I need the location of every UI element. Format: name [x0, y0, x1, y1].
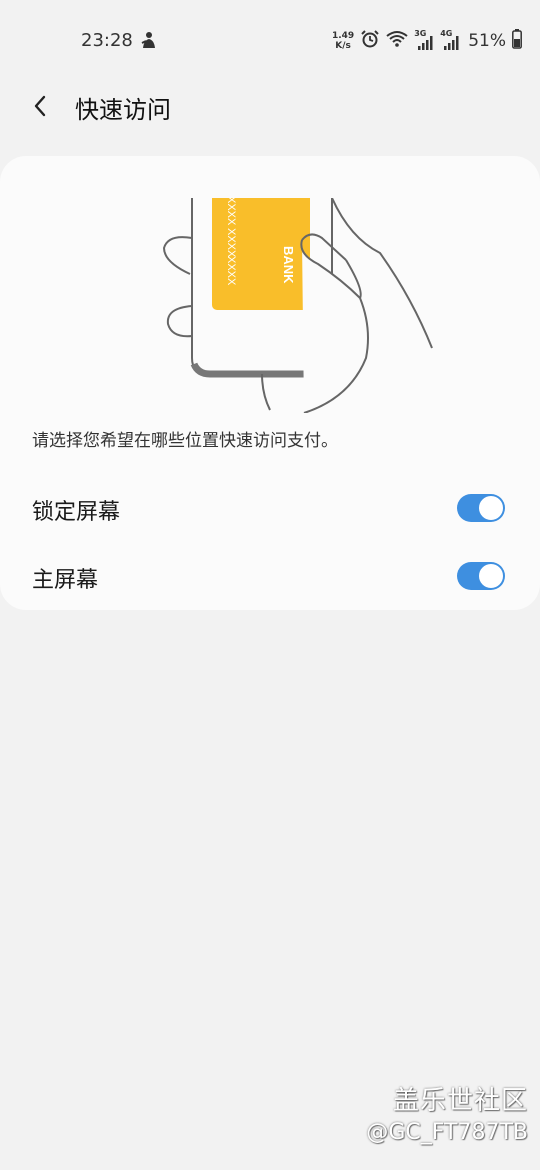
signal-3g-icon: 3G — [414, 29, 434, 51]
watermark-user: @GC_FT787TB — [366, 1120, 528, 1145]
toggle-knob — [478, 563, 504, 589]
status-icons: 1.49 K/s 3G 4G 51% — [332, 28, 522, 54]
card-number-1: XXXX — [225, 228, 237, 258]
net-speed-value: 1.49 — [331, 31, 355, 41]
card-number-3: XXXX — [225, 198, 237, 226]
battery-icon — [512, 29, 522, 53]
status-bar: 23:28 1.49 K/s 3G 4G 51% — [0, 0, 540, 80]
page-title: 快速访问 — [75, 96, 171, 124]
net-speed-unit: K/s — [335, 41, 351, 51]
signal-4g-icon: 4G — [440, 29, 460, 51]
watermark-community: 盖乐世社区 — [392, 1086, 528, 1116]
card-number-2: XXXX — [225, 256, 237, 286]
setting-row-home-screen[interactable]: 主屏幕 — [0, 544, 540, 608]
battery-percent: 51% — [468, 31, 506, 51]
home-screen-toggle[interactable] — [457, 562, 505, 590]
setting-label-lock-screen: 锁定屏幕 — [32, 500, 121, 525]
notification-person-icon — [140, 31, 158, 51]
back-button[interactable] — [22, 88, 58, 124]
alarm-icon — [360, 29, 380, 53]
status-time: 23:28 — [81, 30, 133, 51]
setting-row-lock-screen[interactable]: 锁定屏幕 — [0, 476, 540, 540]
quick-access-illustration: BANK XXXX XXXX XXXX — [150, 188, 450, 414]
app-bar: 快速访问 — [0, 80, 540, 136]
lock-screen-toggle[interactable] — [457, 494, 505, 522]
description-text: 请选择您希望在哪些位置快速访问支付。 — [32, 431, 338, 451]
net-speed: 1.49 K/s — [332, 31, 354, 51]
setting-label-home-screen: 主屏幕 — [32, 568, 99, 593]
card-brand: BANK — [281, 246, 296, 284]
wifi-icon — [386, 30, 408, 52]
chevron-left-icon — [34, 95, 46, 117]
toggle-knob — [478, 495, 504, 521]
